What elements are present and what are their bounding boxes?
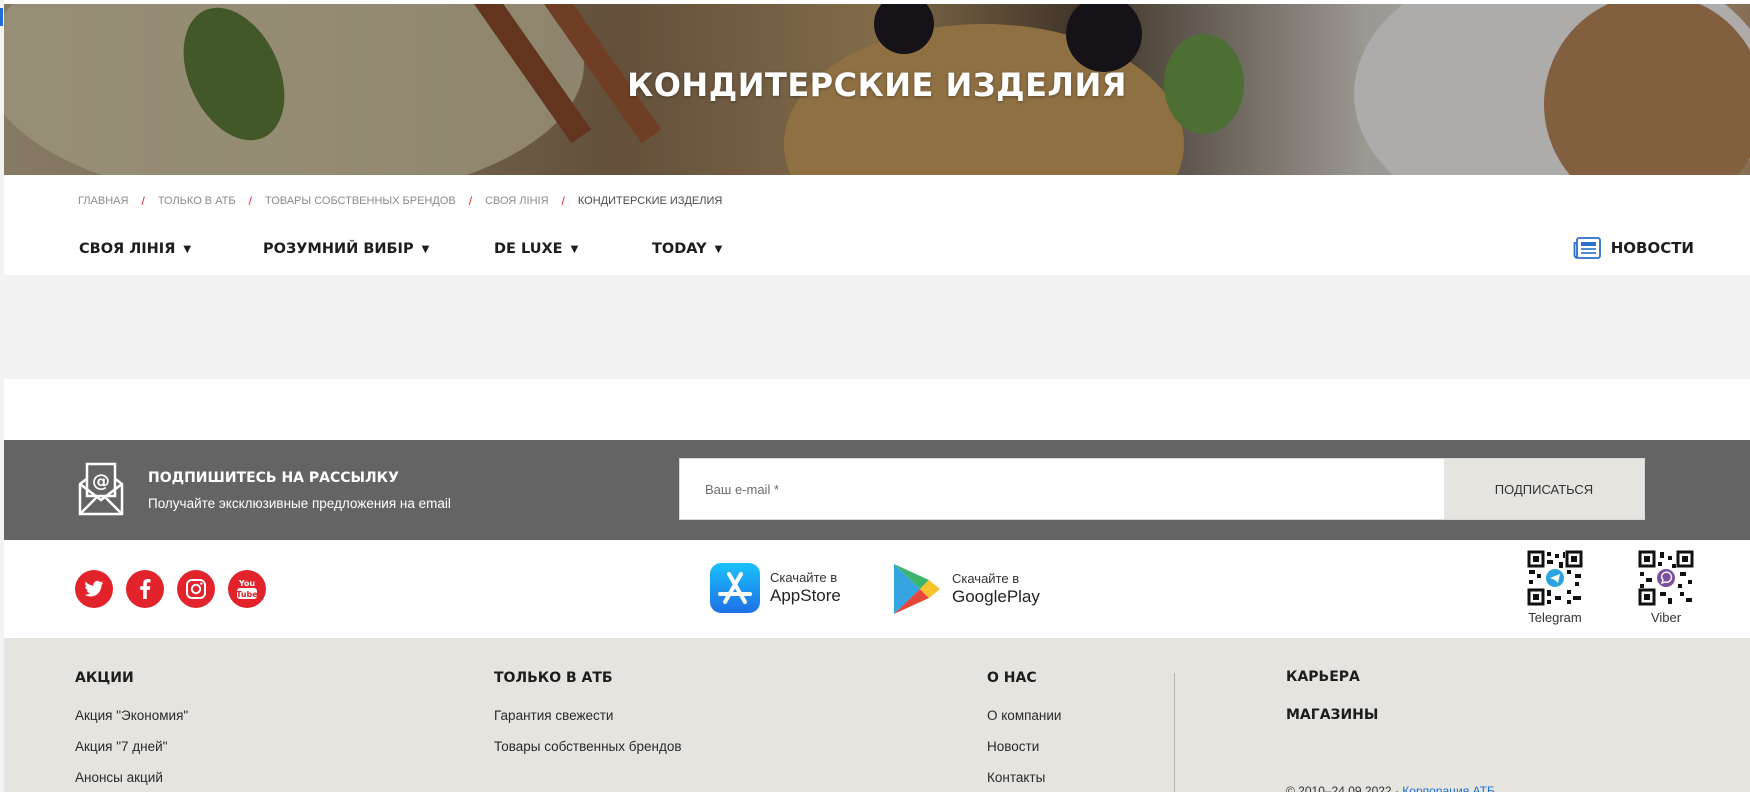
footer-link-stores[interactable]: МАГАЗИНЫ [1286,707,1378,723]
brand-nav: СВОЯ ЛІНІЯ ▼ РОЗУМНИЙ ВИБІР ▼ DE LUXE ▼ TOD… [79,241,722,257]
caret-down-icon: ▼ [714,243,723,255]
footer-link-company[interactable]: О компании [987,708,1061,723]
footer-col-promos: АКЦИИ Акция "Экономия" Акция "7 дней" Ан… [75,670,188,792]
hero-banner: КОНДИТЕРСКИЕ ИЗДЕЛИЯ [4,4,1750,175]
footer-link-economy[interactable]: Акция "Экономия" [75,708,188,723]
footer-heading-promos: АКЦИИ [75,670,134,686]
breadcrumb-separator: / [468,194,473,208]
footer-link-announcements[interactable]: Анонсы акций [75,770,188,785]
telegram-qr[interactable]: Telegram [1525,550,1585,625]
newspaper-icon [1573,237,1601,259]
social-links: You Tube [75,570,279,608]
youtube-icon: You Tube [236,579,258,599]
footer-link-7-days[interactable]: Акция "7 дней" [75,739,188,754]
brand-menu-de-luxe[interactable]: DE LUXE ▼ [494,241,652,257]
footer-divider [1174,673,1175,792]
telegram-label: Telegram [1528,610,1582,625]
instagram-icon [186,579,206,599]
email-input[interactable] [680,459,1444,519]
brand-menu-label: DE LUXE [494,241,563,257]
footer: АКЦИИ Акция "Экономия" Акция "7 дней" Ан… [4,638,1750,792]
brand-menu-label: РОЗУМНИЙ ВИБІР [263,241,414,257]
brand-menu-label: СВОЯ ЛІНІЯ [79,241,176,257]
page: КОНДИТЕРСКИЕ ИЗДЕЛИЯ ГЛАВНАЯ / ТОЛЬКО В … [4,0,1750,792]
breadcrumb-separator: / [561,194,565,208]
telegram-qr-icon [1527,550,1583,606]
caret-down-icon: ▼ [183,243,192,255]
focus-marker [0,8,3,26]
footer-col-career: КАРЬЕРА МАГАЗИНЫ [1286,669,1378,745]
breadcrumb-current: КОНДИТЕРСКИЕ ИЗДЕЛИЯ [577,195,723,207]
newsletter-subtitle: Получайте эксклюзивные предложения на em… [148,496,451,511]
footer-link-news[interactable]: Новости [987,739,1061,754]
newsletter-title: ПОДПИШИТЕСЬ НА РАССЫЛКУ [148,470,399,486]
footer-link-contacts[interactable]: Контакты [987,770,1061,785]
caret-down-icon: ▼ [570,243,579,255]
news-link[interactable]: НОВОСТИ [1573,237,1694,259]
viber-qr-icon [1638,550,1694,606]
brand-menu-label: TODAY [652,241,707,257]
appstore-name: AppStore [770,585,841,605]
brand-menu-today[interactable]: TODAY ▼ [652,241,722,257]
subscribe-button[interactable]: ПОДПИСАТЬСЯ [1444,459,1644,519]
appstore-link[interactable]: Скачайте в AppStore [710,563,841,613]
googleplay-caption: Скачайте в [952,571,1020,586]
footer-col-only-atb: ТОЛЬКО В АТБ Гарантия свежести Товары со… [494,670,682,770]
breadcrumb-separator: / [141,194,145,208]
breadcrumb-only-atb[interactable]: ТОЛЬКО В АТБ [158,195,236,207]
breadcrumb: ГЛАВНАЯ / ТОЛЬКО В АТБ / ТОВАРЫ СОБСТВЕН… [78,194,722,208]
breadcrumb-home[interactable]: ГЛАВНАЯ [78,195,128,207]
viber-qr[interactable]: Viber [1636,550,1696,625]
brand-menu-rozumnyi-vybir[interactable]: РОЗУМНИЙ ВИБІР ▼ [263,241,494,257]
footer-heading-only-atb: ТОЛЬКО В АТБ [494,670,613,686]
appstore-icon [710,563,760,613]
footer-link-own-brands[interactable]: Товары собственных брендов [494,739,682,754]
googleplay-link[interactable]: Скачайте в GooglePlay [890,562,1040,616]
email-envelope-icon: @ [78,462,124,516]
facebook-button[interactable] [126,570,164,608]
twitter-button[interactable] [75,570,113,608]
caret-down-icon: ▼ [421,243,430,255]
newsletter-form: ПОДПИСАТЬСЯ [679,458,1645,520]
googleplay-name: GooglePlay [952,586,1040,606]
newsletter-section: @ ПОДПИШИТЕСЬ НА РАССЫЛКУ Получайте экск… [4,440,1750,540]
appstore-caption: Скачайте в [770,570,838,585]
breadcrumb-separator: / [248,194,252,208]
page-title: КОНДИТЕРСКИЕ ИЗДЕЛИЯ [627,66,1127,104]
viber-label: Viber [1650,610,1682,625]
footer-heading-about: О НАС [987,670,1037,686]
content-area [4,275,1750,379]
twitter-icon [84,580,104,597]
svg-text:Tube: Tube [236,590,258,599]
instagram-button[interactable] [177,570,215,608]
youtube-button[interactable]: You Tube [228,570,266,608]
svg-text:You: You [238,579,256,588]
brand-menu-svoya-liniya[interactable]: СВОЯ ЛІНІЯ ▼ [79,241,263,257]
copyright-link[interactable]: Корпорация АТБ [1402,784,1495,792]
googleplay-icon [894,564,940,614]
breadcrumb-svoya-liniya[interactable]: СВОЯ ЛІНІЯ [485,195,548,207]
facebook-icon [140,579,151,599]
copyright-text: © 2010–24.09.2022 · [1286,784,1403,792]
footer-col-about: О НАС О компании Новости Контакты [987,670,1061,792]
footer-link-career[interactable]: КАРЬЕРА [1286,669,1378,685]
footer-link-freshness[interactable]: Гарантия свежести [494,708,682,723]
news-link-label: НОВОСТИ [1610,239,1694,257]
svg-text:@: @ [92,471,110,492]
copyright: © 2010–24.09.2022 · Корпорация АТБ [1286,784,1495,792]
breadcrumb-own-brands[interactable]: ТОВАРЫ СОБСТВЕННЫХ БРЕНДОВ [265,195,456,207]
